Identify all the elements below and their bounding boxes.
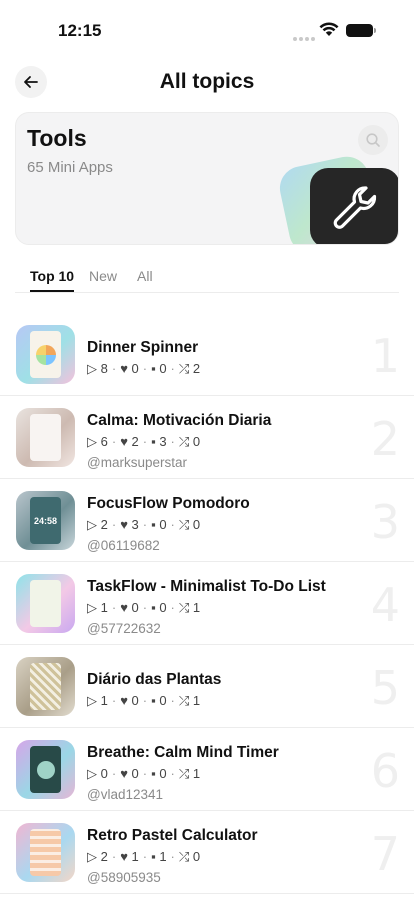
saves-count: ▪ 0 [151,693,167,708]
list-item[interactable]: Retro Pastel Calculator ▷ 2 · ♥ 1 · ▪ 1 · ⤮ 0 … [0,811,414,894]
likes-count: ♥ 0 [120,766,139,781]
saves-count: ▪ 3 [151,434,167,449]
rank-number: 7 [370,827,400,881]
tab-bar: Top 10 New All [15,262,399,293]
saves-count: ▪ 0 [151,600,167,615]
saves-count: ▪ 0 [151,361,167,376]
list-item[interactable]: TaskFlow - Minimalist To-Do List ▷ 1 · ♥ 0… [0,562,414,645]
app-title: Calma: Motivación Diaria [87,412,272,429]
topic-header-card: Tools 65 Mini Apps [15,112,399,245]
tab-all[interactable]: All [137,268,153,290]
search-icon [366,133,380,147]
app-thumbnail [16,657,75,716]
rank-number: 1 [370,329,400,383]
app-stats: ▷ 8 · ♥ 0 · ▪ 0 · ⤮ 2 [87,361,201,376]
likes-count: ♥ 0 [120,361,139,376]
app-title: Retro Pastel Calculator [87,827,258,844]
list-item[interactable]: Diário das Plantas ▷ 1 · ♥ 0 · ▪ 0 · ⤮ 1 5 [0,645,414,728]
tools-topic-tile [310,168,398,244]
app-thumbnail [16,823,75,882]
wrench-icon [333,186,377,229]
rank-number: 6 [370,744,400,798]
rank-number: 3 [370,495,400,549]
remixes-count: ⤮ 0 [178,849,201,864]
list-item[interactable]: Breathe: Calm Mind Timer ▷ 0 · ♥ 0 · ▪ 0 · ⤮ 1… [0,728,414,811]
app-stats: ▷ 6 · ♥ 2 · ▪ 3 · ⤮ 0 [87,434,201,449]
likes-count: ♥ 0 [120,693,139,708]
remixes-count: ⤮ 1 [178,600,201,615]
app-thumbnail [16,325,75,384]
app-stats: ▷ 2 · ♥ 3 · ▪ 0 · ⤮ 0 [87,517,201,532]
app-title: Breathe: Calm Mind Timer [87,744,279,761]
app-title: Diário das Plantas [87,671,222,688]
tab-top-10[interactable]: Top 10 [30,268,75,292]
app-author[interactable]: @vlad12341 [87,787,163,802]
remixes-count: ⤮ 2 [178,361,201,376]
page-title: All topics [159,70,255,93]
likes-count: ♥ 3 [120,517,139,532]
remixes-count: ⤮ 1 [178,766,201,781]
list-item[interactable]: 24:58 FocusFlow Pomodoro ▷ 2 · ♥ 3 · ▪ 0 · ⤮ 0… [0,479,414,562]
saves-count: ▪ 1 [151,849,167,864]
app-title: FocusFlow Pomodoro [87,495,250,512]
plays-count: ▷ 2 [87,517,108,532]
app-thumbnail: 24:58 [16,491,75,550]
search-button[interactable] [358,125,388,155]
list-item[interactable]: Dinner Spinner ▷ 8 · ♥ 0 · ▪ 0 · ⤮ 2 1 [0,313,414,396]
remixes-count: ⤮ 0 [178,517,201,532]
status-time: 12:15 [58,21,102,40]
plays-count: ▷ 8 [87,361,108,376]
saves-count: ▪ 0 [151,766,167,781]
topic-title: Tools [27,125,87,151]
topic-app-count: 65 Mini Apps [27,159,113,176]
saves-count: ▪ 0 [151,517,167,532]
rank-number: 5 [370,661,400,715]
app-author[interactable]: @58905935 [87,870,161,885]
app-thumbnail [16,574,75,633]
remixes-count: ⤮ 0 [178,434,201,449]
app-author[interactable]: @57722632 [87,621,161,636]
rank-number: 2 [370,412,400,466]
app-title: TaskFlow - Minimalist To-Do List [87,578,326,595]
plays-count: ▷ 6 [87,434,108,449]
plays-count: ▷ 0 [87,766,108,781]
remixes-count: ⤮ 1 [178,693,201,708]
plays-count: ▷ 2 [87,849,108,864]
rank-number: 4 [370,578,400,632]
battery-icon [346,24,376,37]
app-stats: ▷ 0 · ♥ 0 · ▪ 0 · ⤮ 1 [87,766,201,781]
likes-count: ♥ 2 [120,434,139,449]
app-author[interactable]: @marksuperstar [87,455,187,470]
likes-count: ♥ 0 [120,600,139,615]
nav-bar: All topics [0,62,414,102]
wifi-icon [319,22,339,36]
likes-count: ♥ 1 [120,849,139,864]
signal-dots-icon [293,28,317,46]
app-thumbnail [16,740,75,799]
app-stats: ▷ 1 · ♥ 0 · ▪ 0 · ⤮ 1 [87,600,201,615]
app-title: Dinner Spinner [87,339,199,356]
app-author[interactable]: @06119682 [87,538,160,553]
status-bar: 12:15 [0,0,414,60]
app-stats: ▷ 2 · ♥ 1 · ▪ 1 · ⤮ 0 [87,849,201,864]
app-stats: ▷ 1 · ♥ 0 · ▪ 0 · ⤮ 1 [87,693,201,708]
app-thumbnail [16,408,75,467]
plays-count: ▷ 1 [87,693,108,708]
tab-new[interactable]: New [89,268,117,290]
list-item[interactable]: Calma: Motivación Diaria ▷ 6 · ♥ 2 · ▪ 3 · ⤮ 0… [0,396,414,479]
plays-count: ▷ 1 [87,600,108,615]
